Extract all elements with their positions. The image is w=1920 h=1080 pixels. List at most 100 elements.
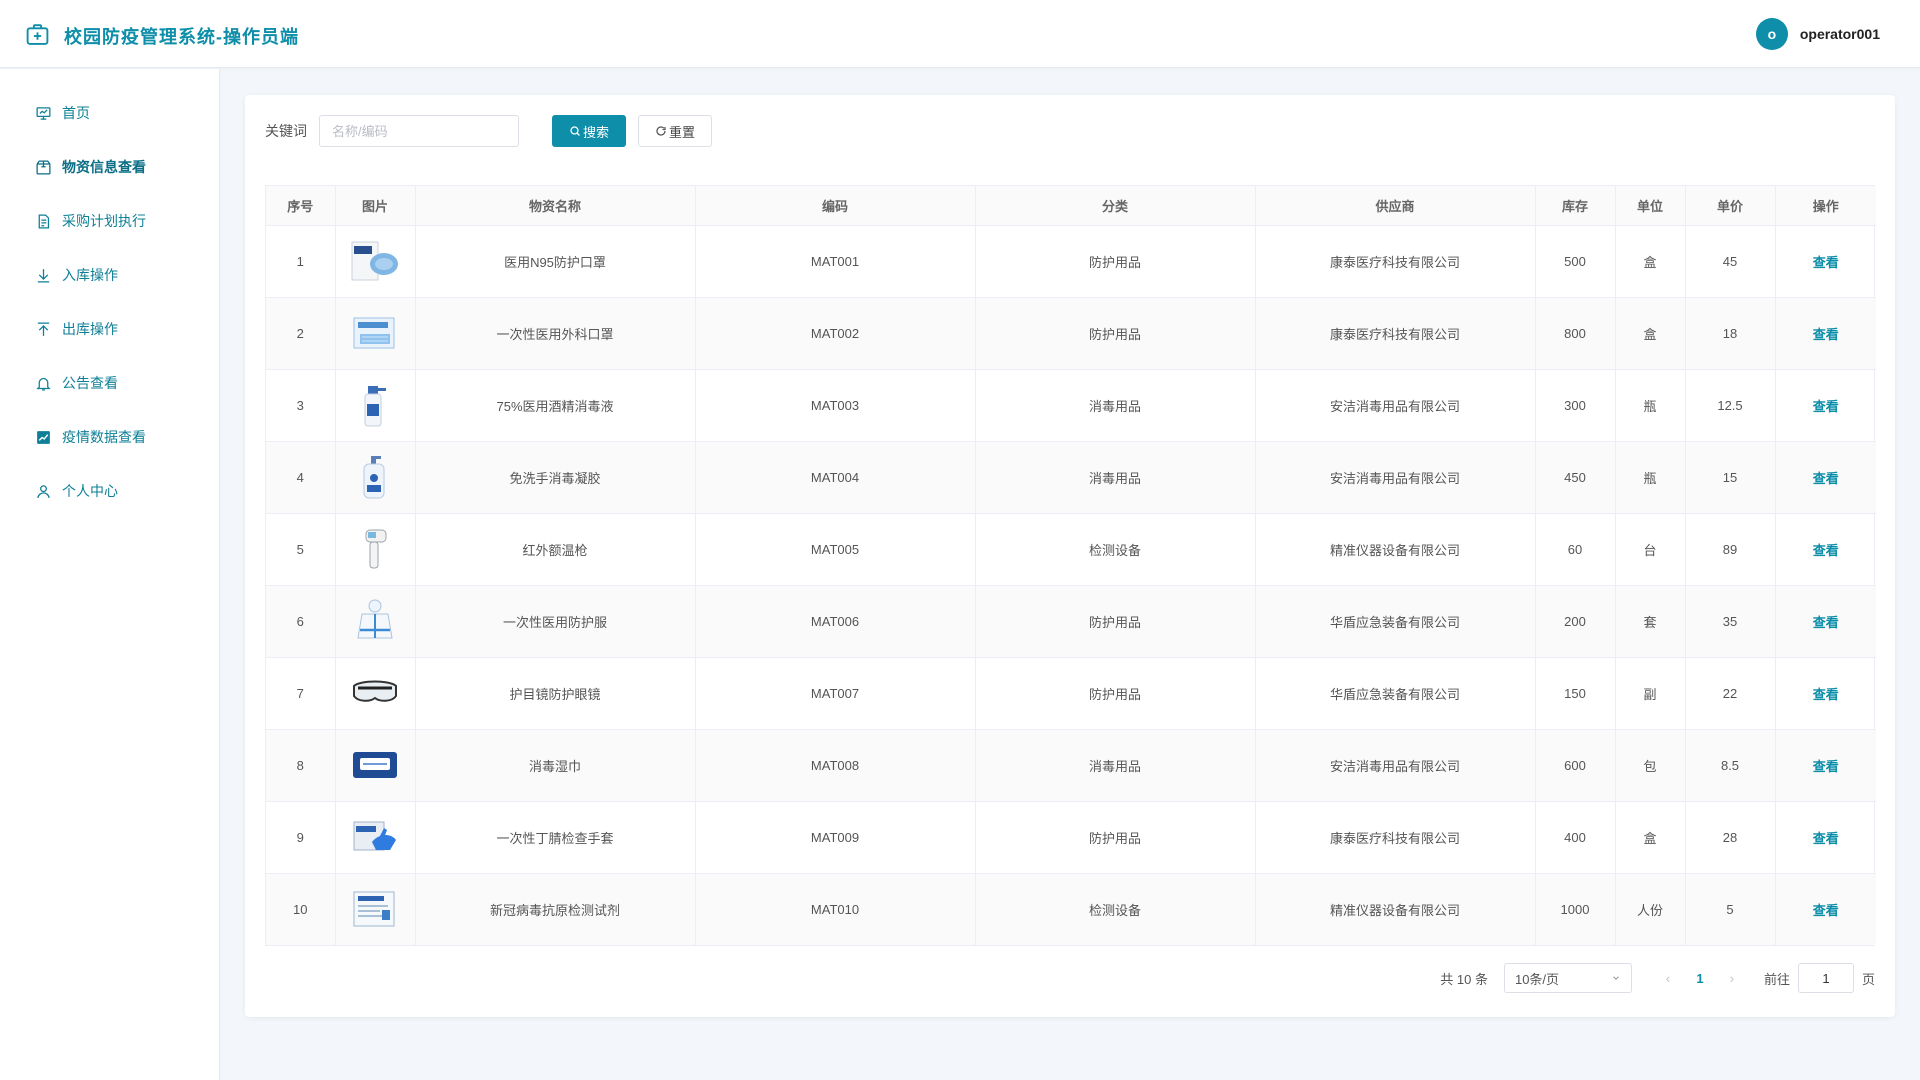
material-code-cell: MAT007 <box>695 657 976 730</box>
column-header: 操作 <box>1775 186 1876 226</box>
action-cell: 查看 <box>1775 369 1876 442</box>
supplier-cell: 康泰医疗科技有限公司 <box>1255 225 1536 298</box>
sidebar-item-purchase-plan[interactable]: 采购计划执行 <box>0 201 219 241</box>
row-number-cell: 4 <box>266 441 336 514</box>
column-header: 分类 <box>975 186 1256 226</box>
stock-cell: 300 <box>1535 369 1616 442</box>
material-name-cell: 医用N95防护口罩 <box>415 225 696 298</box>
view-button[interactable]: 查看 <box>1813 759 1839 774</box>
table-row: 10 新冠病毒抗原检测试剂 MAT010 检测设备 精准仪器设备有限公司 1000 人份 5 查… <box>266 873 1876 945</box>
supplier-cell: 精准仪器设备有限公司 <box>1255 513 1536 586</box>
view-button[interactable]: 查看 <box>1813 831 1839 846</box>
price-cell: 35 <box>1685 585 1776 658</box>
view-button[interactable]: 查看 <box>1813 399 1839 414</box>
view-button[interactable]: 查看 <box>1813 471 1839 486</box>
material-name-cell: 一次性丁腈检查手套 <box>415 801 696 874</box>
material-name-cell: 消毒湿巾 <box>415 729 696 802</box>
product-image <box>364 386 386 427</box>
prev-page-button[interactable]: ‹ <box>1656 971 1680 986</box>
sidebar-item-label: 个人中心 <box>62 483 118 499</box>
product-image <box>363 456 385 499</box>
search-button-label: 搜索 <box>582 124 609 140</box>
view-button[interactable]: 查看 <box>1813 687 1839 702</box>
sidebar-item-inbound[interactable]: 入库操作 <box>0 255 219 295</box>
user-menu[interactable]: o operator001 <box>1755 18 1880 50</box>
product-image <box>357 599 393 639</box>
row-number-cell: 7 <box>266 657 336 730</box>
material-code-cell: MAT006 <box>695 585 976 658</box>
view-button[interactable]: 查看 <box>1813 543 1839 558</box>
unit-cell: 包 <box>1615 729 1686 802</box>
upload-icon <box>37 321 50 336</box>
row-number-cell: 1 <box>266 225 336 298</box>
price-cell: 5 <box>1685 873 1776 945</box>
sidebar-item-epidemic-data[interactable]: 疫情数据查看 <box>0 417 219 457</box>
image-cell <box>335 369 416 442</box>
unit-cell: 瓶 <box>1615 369 1686 442</box>
view-button[interactable]: 查看 <box>1813 903 1839 918</box>
reset-button[interactable]: 重置 <box>638 115 712 147</box>
action-cell: 查看 <box>1775 585 1876 658</box>
sidebar-item-home[interactable]: 首页 <box>0 93 219 133</box>
stock-cell: 500 <box>1535 225 1616 298</box>
column-header: 单位 <box>1615 186 1686 226</box>
sidebar-item-outbound[interactable]: 出库操作 <box>0 309 219 349</box>
package-icon <box>36 159 51 175</box>
action-cell: 查看 <box>1775 225 1876 298</box>
sidebar-item-label: 公告查看 <box>62 375 118 391</box>
material-code-cell: MAT005 <box>695 513 976 586</box>
image-cell <box>335 873 416 945</box>
category-cell: 消毒用品 <box>975 729 1256 802</box>
material-name-cell: 75%医用酒精消毒液 <box>415 369 696 442</box>
column-header: 序号 <box>266 186 336 226</box>
page-size-select[interactable]: 10条/页 <box>1503 963 1632 993</box>
refresh-icon <box>656 126 666 136</box>
reset-button-label: 重置 <box>668 124 695 140</box>
category-cell: 防护用品 <box>975 657 1256 730</box>
stock-cell: 150 <box>1535 657 1616 730</box>
action-cell: 查看 <box>1775 873 1876 945</box>
material-code-cell: MAT008 <box>695 729 976 802</box>
unit-cell: 盒 <box>1615 801 1686 874</box>
view-button[interactable]: 查看 <box>1813 327 1839 342</box>
product-image <box>351 241 398 281</box>
table-row: 6 一次性医用防护服 MAT006 防护用品 华盾应急装备有限公司 200 套 35 查看 <box>266 585 1876 658</box>
search-button[interactable]: 搜索 <box>552 115 626 147</box>
material-code-cell: MAT009 <box>695 801 976 874</box>
stock-cell: 200 <box>1535 585 1616 658</box>
keyword-input[interactable] <box>319 115 519 147</box>
page-number[interactable]: 1 <box>1688 971 1712 986</box>
product-image <box>353 891 395 927</box>
view-button[interactable]: 查看 <box>1813 615 1839 630</box>
material-code-cell: MAT004 <box>695 441 976 514</box>
category-cell: 检测设备 <box>975 873 1256 945</box>
username[interactable]: operator001 <box>1800 26 1880 42</box>
sidebar-item-notices[interactable]: 公告查看 <box>0 363 219 403</box>
stock-cell: 450 <box>1535 441 1616 514</box>
table-row: 8 消毒湿巾 MAT008 消毒用品 安洁消毒用品有限公司 600 包 8.5 查看 <box>266 729 1876 802</box>
sidebar-item-materials[interactable]: 物资信息查看 <box>0 147 219 187</box>
product-image <box>353 752 397 778</box>
next-page-button[interactable]: › <box>1720 971 1744 986</box>
product-image <box>353 317 395 349</box>
table-row: 4 免洗手消毒凝胶 MAT004 消毒用品 安洁消毒用品有限公司 450 瓶 15 查看 <box>266 441 1876 514</box>
sidebar-item-label: 首页 <box>62 105 90 121</box>
sidebar: 首页 物资信息查看 采购计划执行 入库操作 出库操作 公告查看 疫情数据查看 个… <box>0 69 220 1080</box>
goto-label: 前往 <box>1763 971 1790 987</box>
price-cell: 8.5 <box>1685 729 1776 802</box>
row-number-cell: 2 <box>266 297 336 370</box>
avatar[interactable]: o <box>1755 18 1788 50</box>
unit-cell: 盒 <box>1615 297 1686 370</box>
table-header-row: 序号 图片 物资名称 编码 分类 供应商 库存 单位 单价 操作 <box>266 186 1876 226</box>
image-cell <box>335 657 416 730</box>
table-row: 3 75%医用酒精消毒液 MAT003 消毒用品 安洁消毒用品有限公司 300 瓶 12.5 查… <box>266 369 1876 442</box>
goto-page-input[interactable] <box>1797 963 1854 993</box>
bell-icon <box>36 377 51 391</box>
view-button[interactable]: 查看 <box>1813 255 1839 270</box>
row-number-cell: 3 <box>266 369 336 442</box>
supplier-cell: 华盾应急装备有限公司 <box>1255 657 1536 730</box>
stock-cell: 600 <box>1535 729 1616 802</box>
action-cell: 查看 <box>1775 729 1876 802</box>
sidebar-item-profile[interactable]: 个人中心 <box>0 471 219 511</box>
sidebar-item-label: 疫情数据查看 <box>62 429 146 445</box>
